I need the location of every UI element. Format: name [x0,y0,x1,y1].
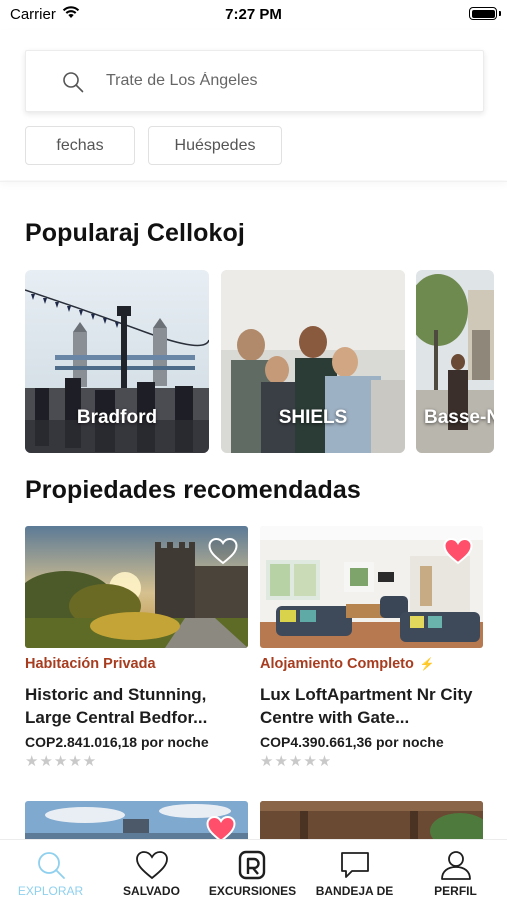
chat-bubble-icon [341,852,369,878]
heart-icon [136,851,168,880]
destination-card-shiels[interactable]: SHIELS [221,270,405,453]
rating-stars: ★★★★★ [260,753,333,770]
listing-card[interactable]: Alojamiento Completo ⚡ Lux LoftApartment … [260,526,483,770]
tab-label: SALVADO [123,884,180,898]
person-icon [441,851,471,880]
listing-photo [25,526,248,648]
listing-title: Lux LoftApartment Nr City Centre with Ga… [260,685,473,727]
tab-trips[interactable]: EXCURSIONES [202,840,303,900]
tab-label: BANDEJA DE [315,884,394,898]
tab-label: PERFIL [434,884,477,898]
trips-logo-icon [238,850,266,880]
favorite-heart-icon[interactable] [208,537,238,565]
destination-card-basse[interactable]: Basse-N [416,270,494,453]
guests-filter-button[interactable]: Huéspedes [148,126,282,165]
search-input[interactable] [106,72,466,90]
popular-section-title: Popularaj Cellokoj [25,219,245,247]
dates-filter-button[interactable]: fechas [25,126,135,165]
search-box[interactable] [25,50,484,112]
destination-label: SHIELS [278,407,348,428]
search-icon [63,72,84,93]
lightning-bolt-icon: ⚡ [419,657,435,671]
status-time: 7:27 PM [225,6,282,23]
battery-icon [469,7,497,20]
status-bar: Carrier 7:27 PM [0,0,507,30]
search-icon [38,852,65,879]
listing-photo [260,526,483,648]
favorite-heart-icon[interactable] [443,537,473,565]
listing-price: COP2.841.016,18 por noche [25,734,209,750]
tab-label: EXPLORAR [17,884,84,898]
listing-type-label: Habitación Privada [25,656,156,672]
listing-type-label: Alojamiento Completo [260,656,414,672]
search-header: fechas Huéspedes [0,30,507,180]
recommended-section-title: Propiedades recomendadas [25,476,361,504]
tab-profile[interactable]: PERFIL [405,840,506,900]
listing-type: Habitación Privada [25,656,248,675]
tab-explore[interactable]: EXPLORAR [0,840,101,900]
bottom-tab-bar: EXPLORAR SALVADO EXCURSIONES BANDEJA DE … [0,839,507,900]
destination-label: Bradford [76,407,158,428]
header-divider [0,181,507,182]
listing-type: Alojamiento Completo ⚡ [260,656,483,675]
destination-label: Basse-N [424,407,494,428]
rating-stars: ★★★★★ [25,753,98,770]
tab-inbox[interactable]: BANDEJA DE [304,840,405,900]
listing-card[interactable]: Habitación Privada Historic and Stunning… [25,526,248,770]
destination-card-bradford[interactable]: Bradford [25,270,209,453]
tab-label: EXCURSIONES [208,884,297,898]
listing-price: COP4.390.661,36 por noche [260,734,444,750]
battery-tip [499,11,501,16]
tab-saved[interactable]: SALVADO [101,840,202,900]
listing-title: Historic and Stunning, Large Central Bed… [25,685,208,727]
